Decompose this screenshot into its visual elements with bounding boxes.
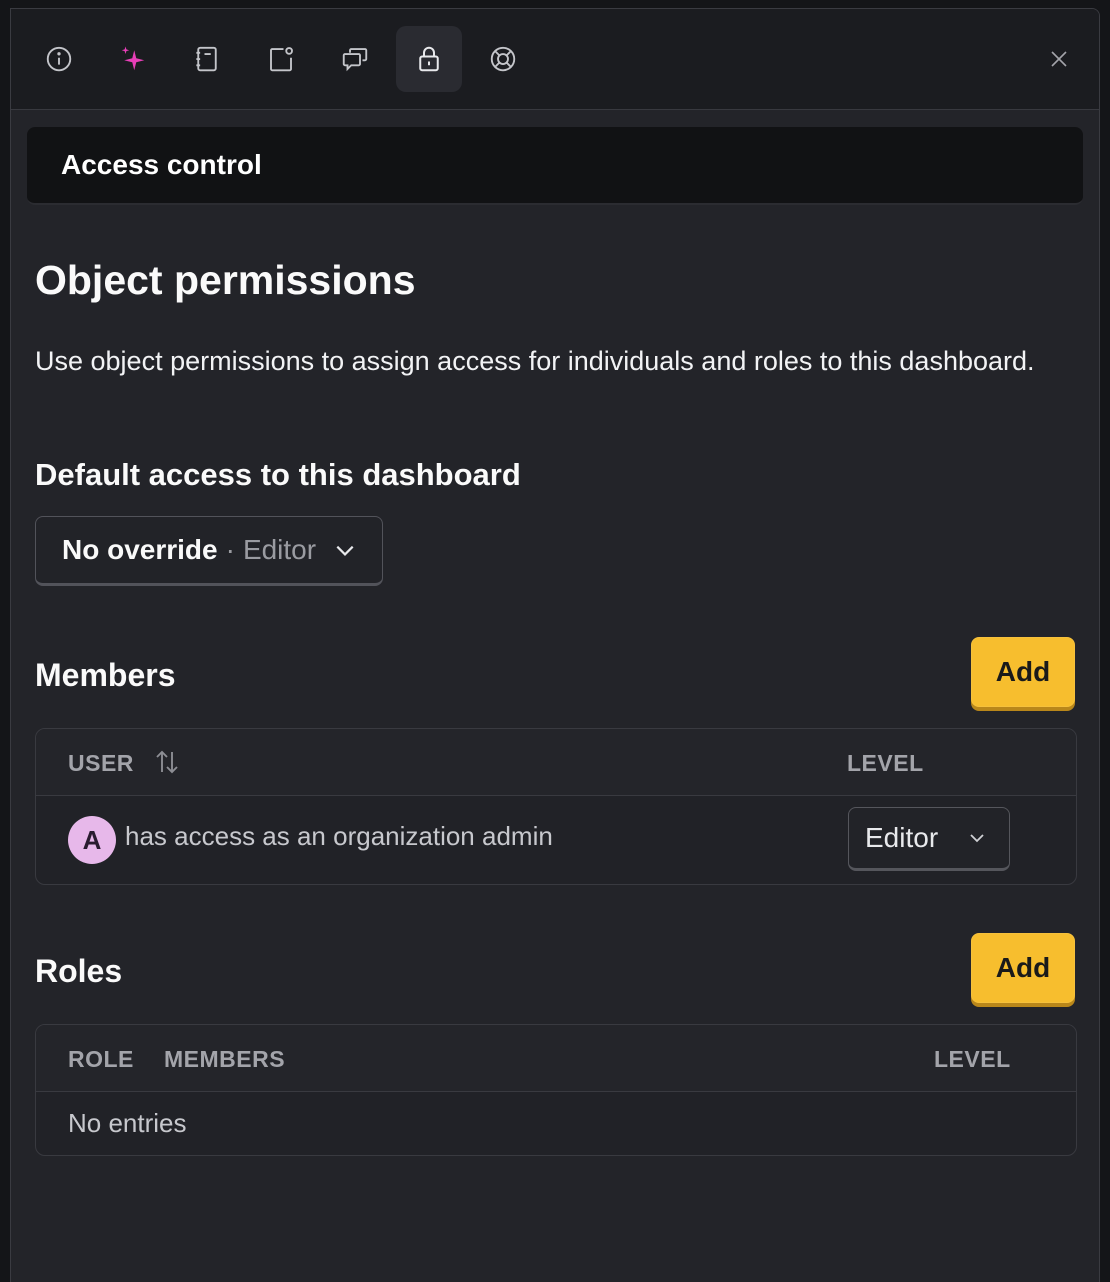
member-description: has access as an organization admin (125, 821, 553, 851)
roles-table: ROLE MEMBERS LEVEL No entries (35, 1024, 1077, 1156)
roles-heading: Roles (35, 953, 123, 989)
sparkles-icon (121, 46, 145, 71)
empty-state: No entries (68, 1108, 187, 1138)
panel-toolbar (11, 9, 1099, 110)
column-level: LEVEL (847, 750, 924, 776)
column-level: LEVEL (934, 1046, 1011, 1072)
notification-square-icon (270, 47, 293, 72)
tab-access-control[interactable] (396, 26, 462, 92)
default-access-heading: Default access to this dashboard (35, 457, 521, 492)
tab-support[interactable] (470, 26, 536, 92)
side-panel: Access control Object permissions Use ob… (10, 8, 1100, 1282)
close-panel-button[interactable] (1043, 43, 1075, 75)
empty-row: No entries (36, 1092, 1076, 1155)
chevron-down-icon (336, 545, 354, 556)
tab-info[interactable] (26, 26, 92, 92)
column-members: MEMBERS (164, 1046, 286, 1072)
add-role-button[interactable]: Add (971, 933, 1075, 1003)
lock-icon (419, 46, 439, 72)
sort-icon[interactable] (152, 747, 182, 777)
chevron-down-icon (970, 834, 984, 843)
member-level-value: Editor (865, 822, 939, 853)
members-table-header: USER LEVEL (36, 729, 1076, 796)
default-access-level: Editor (242, 534, 317, 565)
column-role: ROLE (68, 1046, 134, 1072)
add-member-button[interactable]: Add (971, 637, 1075, 707)
avatar: A (68, 816, 116, 864)
default-access-value: No override (62, 534, 218, 565)
close-icon (1051, 51, 1067, 67)
page-title: Object permissions (35, 257, 416, 303)
table-row: A has access as an organization admin Ed… (36, 796, 1076, 882)
support-icon (490, 46, 516, 72)
tab-notebook[interactable] (174, 26, 240, 92)
members-table: USER LEVEL A has access as an organizati… (35, 728, 1077, 885)
member-level-select[interactable]: Editor (848, 807, 1010, 871)
column-user[interactable]: USER (68, 750, 134, 777)
tab-notifications[interactable] (248, 26, 314, 92)
permissions-description: Use object permissions to assign access … (35, 346, 1035, 376)
notebook-icon (196, 46, 217, 72)
default-access-separator: · (225, 534, 235, 565)
default-access-select[interactable]: No override · Editor (35, 516, 383, 586)
tab-max-ai[interactable] (100, 26, 166, 92)
discussion-icon (342, 48, 368, 72)
section-title: Access control (61, 149, 262, 180)
tab-discussion[interactable] (322, 26, 388, 92)
members-heading: Members (35, 657, 176, 693)
roles-table-header: ROLE MEMBERS LEVEL (36, 1025, 1076, 1092)
info-icon (46, 46, 72, 72)
section-header: Access control (27, 127, 1083, 205)
